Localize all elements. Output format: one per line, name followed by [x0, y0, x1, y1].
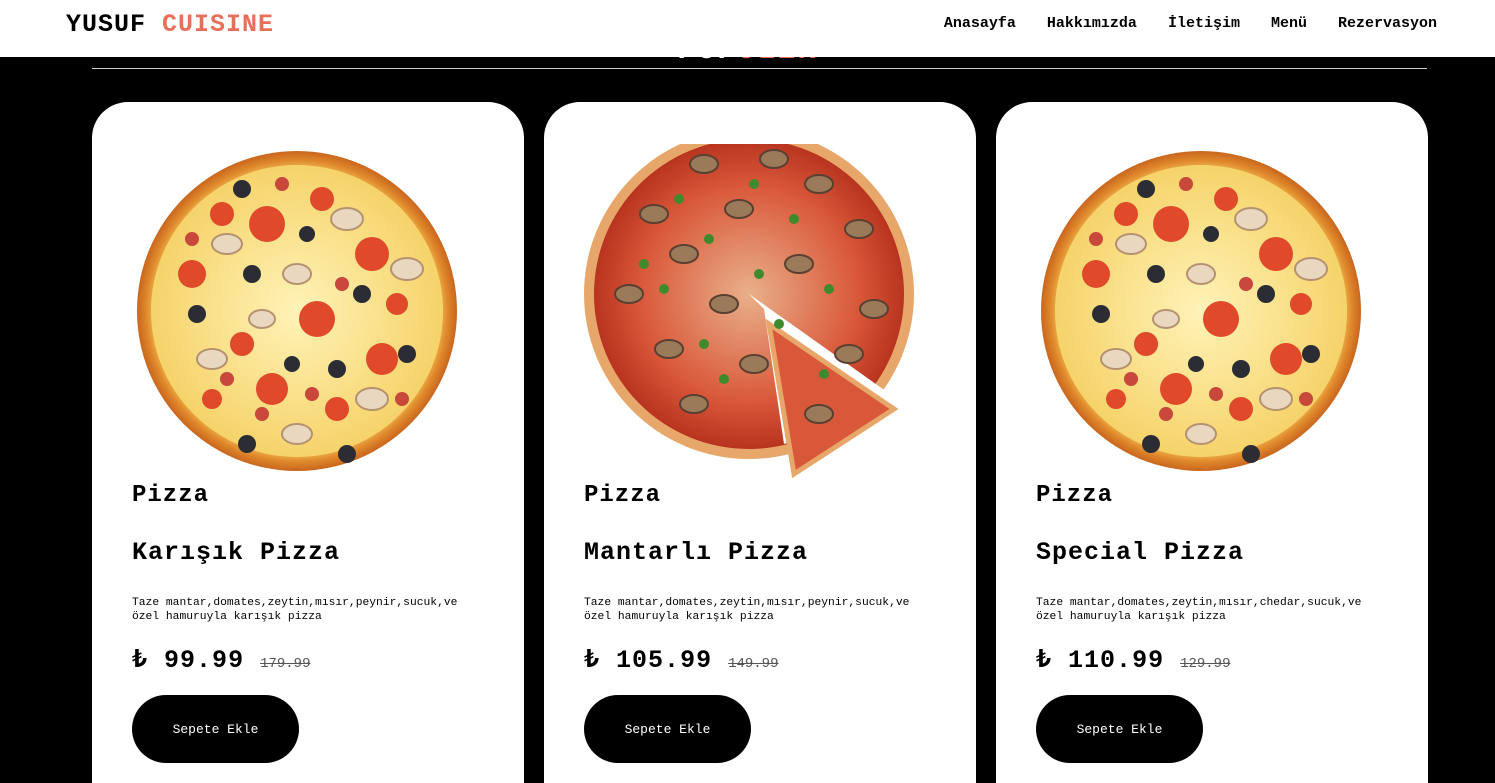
price-row: ₺ 110.99 129.99 [1036, 644, 1231, 675]
product-old-price: 179.99 [260, 656, 311, 672]
nav-links: Anasayfa Hakkımızda İletişim Menü Rezerv… [944, 15, 1437, 32]
product-card: Pizza Karışık Pizza Taze mantar,domates,… [92, 102, 524, 783]
product-price: ₺ 99.99 [132, 646, 245, 675]
divider [92, 68, 1427, 69]
product-category: Pizza [132, 482, 210, 509]
product-description: Taze mantar,domates,zeytin,mısır,peynir,… [132, 597, 458, 623]
product-card: Pizza Special Pizza Taze mantar,domates,… [996, 102, 1428, 783]
mushroom-pizza-icon [584, 144, 914, 479]
mixed-pizza-icon [136, 150, 458, 472]
navbar: YUSUF CUISINE Anasayfa Hakkımızda İletiş… [0, 0, 1495, 57]
brand-name: YUSUF [66, 10, 147, 39]
nav-link-anasayfa[interactable]: Anasayfa [944, 15, 1016, 32]
product-card: Pizza Mantarlı Pizza Taze mantar,domates… [544, 102, 976, 783]
nav-link-hakkimizda[interactable]: Hakkımızda [1047, 15, 1137, 32]
product-price: ₺ 105.99 [584, 646, 713, 675]
product-category: Pizza [584, 482, 662, 509]
product-old-price: 149.99 [728, 656, 779, 672]
brand-accent: CUISINE [162, 10, 275, 39]
product-description: Taze mantar,domates,zeytin,mısır,chedar,… [1036, 597, 1362, 623]
price-row: ₺ 99.99 179.99 [132, 644, 311, 675]
product-name: Mantarlı Pizza [584, 538, 809, 567]
product-category: Pizza [1036, 482, 1114, 509]
nav-link-iletisim[interactable]: İletişim [1168, 15, 1240, 32]
product-old-price: 129.99 [1180, 656, 1231, 672]
product-description: Taze mantar,domates,zeytin,mısır,peynir,… [584, 597, 910, 623]
add-to-cart-button[interactable]: Sepete Ekle [584, 695, 751, 763]
product-price: ₺ 110.99 [1036, 646, 1165, 675]
nav-link-rezervasyon[interactable]: Rezervasyon [1338, 15, 1437, 32]
nav-link-menu[interactable]: Menü [1271, 15, 1307, 32]
add-to-cart-button[interactable]: Sepete Ekle [1036, 695, 1203, 763]
add-to-cart-button[interactable]: Sepete Ekle [132, 695, 299, 763]
mixed-pizza-icon [1040, 150, 1362, 472]
product-name: Karışık Pizza [132, 538, 341, 567]
brand-logo[interactable]: YUSUF CUISINE [66, 10, 274, 39]
product-name: Special Pizza [1036, 538, 1245, 567]
price-row: ₺ 105.99 149.99 [584, 644, 779, 675]
